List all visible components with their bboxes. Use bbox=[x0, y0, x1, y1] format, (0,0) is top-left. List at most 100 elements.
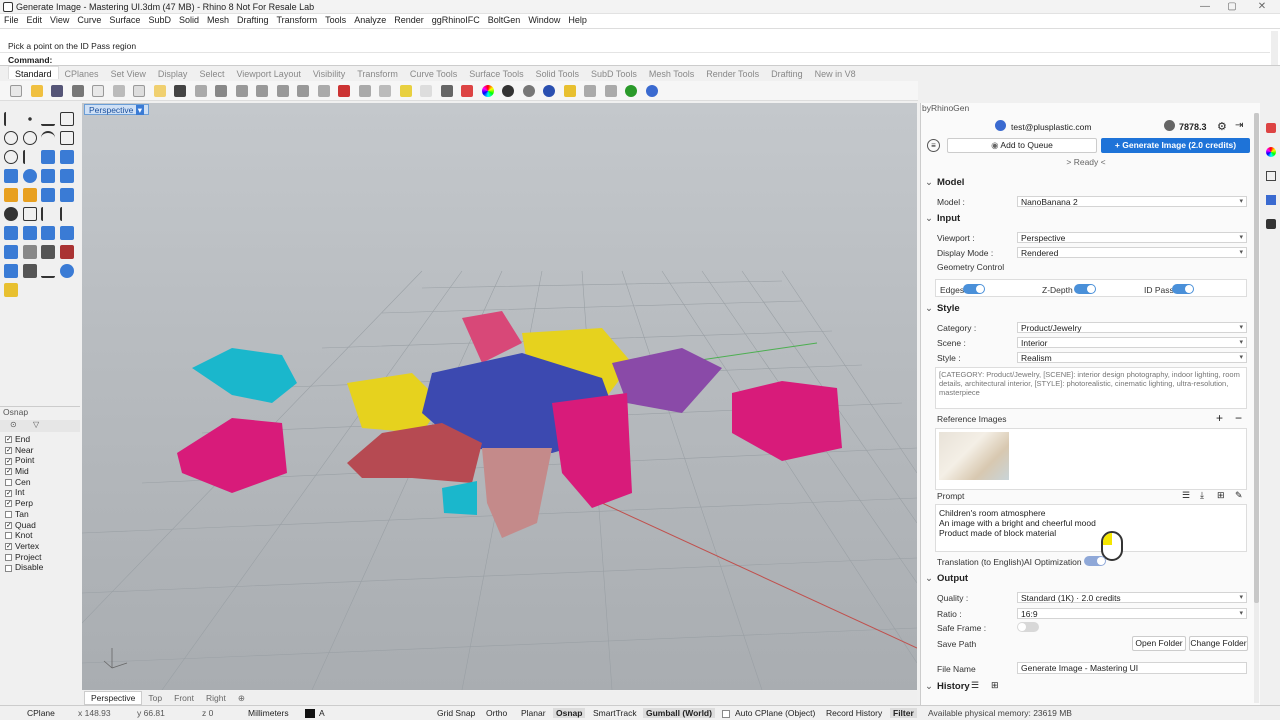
tab-select[interactable]: Select bbox=[193, 67, 230, 79]
menu-subd[interactable]: SubD bbox=[144, 14, 175, 25]
reference-images-area[interactable] bbox=[935, 428, 1247, 490]
osnap-settings-icon[interactable]: ⊙ bbox=[10, 420, 17, 429]
osnap-item-disable[interactable]: Disable bbox=[0, 562, 80, 573]
move-icon[interactable] bbox=[23, 226, 37, 240]
text-icon[interactable] bbox=[4, 226, 18, 240]
tab-cplanes[interactable]: CPlanes bbox=[59, 67, 105, 79]
lock-icon[interactable] bbox=[440, 85, 453, 97]
file-name-input[interactable]: Generate Image - Mastering UI bbox=[1017, 662, 1247, 674]
queue-list-icon[interactable]: ≡ bbox=[927, 139, 940, 152]
osnap-checkbox[interactable]: ✓ bbox=[5, 457, 12, 465]
copy-icon[interactable] bbox=[133, 85, 146, 97]
account-email[interactable]: test@plusplastic.com bbox=[1011, 122, 1091, 132]
osnap-item-int[interactable]: ✓ Int bbox=[0, 487, 80, 498]
point-icon[interactable] bbox=[23, 112, 37, 126]
trim-icon[interactable] bbox=[41, 207, 55, 221]
tab-viewport-layout[interactable]: Viewport Layout bbox=[230, 67, 306, 79]
boolean-icon[interactable] bbox=[4, 188, 18, 202]
prompt-add-icon[interactable]: ⊞ bbox=[1217, 490, 1225, 501]
tab-set-view[interactable]: Set View bbox=[105, 67, 152, 79]
named-view-icon[interactable] bbox=[338, 85, 351, 97]
record-history-toggle[interactable]: Record History bbox=[826, 708, 882, 718]
paint-icon[interactable] bbox=[4, 283, 18, 297]
layer-icon[interactable] bbox=[461, 85, 474, 97]
dimension-icon[interactable] bbox=[563, 85, 576, 97]
array-icon[interactable] bbox=[23, 245, 37, 259]
osnap-item-perp[interactable]: ✓ Perp bbox=[0, 498, 80, 509]
cyan-leg-piece[interactable] bbox=[442, 481, 477, 515]
history-section-header[interactable]: History bbox=[925, 681, 970, 692]
logout-icon[interactable]: ⇥ bbox=[1235, 120, 1243, 131]
panel-scrollbar-thumb[interactable] bbox=[1254, 113, 1259, 603]
tab-visibility[interactable]: Visibility bbox=[307, 67, 351, 79]
tab-new-in-v8[interactable]: New in V8 bbox=[809, 67, 862, 79]
viewport-title[interactable]: Perspective ▾ bbox=[84, 104, 150, 115]
osnap-filter-icon[interactable]: ▽ bbox=[33, 420, 39, 429]
idpass-toggle[interactable] bbox=[1172, 284, 1194, 294]
light-icon[interactable] bbox=[420, 85, 433, 97]
reference-image-thumbnail[interactable] bbox=[939, 432, 1009, 480]
osnap-item-mid[interactable]: ✓ Mid bbox=[0, 466, 80, 477]
analyze-icon[interactable] bbox=[4, 264, 18, 278]
undo-icon[interactable] bbox=[174, 85, 187, 97]
paste-icon[interactable] bbox=[153, 85, 166, 97]
tab-standard[interactable]: Standard bbox=[8, 66, 59, 79]
grid-snap-toggle[interactable]: Grid Snap bbox=[437, 708, 475, 718]
sphere-icon[interactable] bbox=[23, 169, 37, 183]
open-folder-button[interactable]: Open Folder bbox=[1132, 636, 1186, 651]
osnap-item-project[interactable]: Project bbox=[0, 552, 80, 563]
tab-solid-tools[interactable]: Solid Tools bbox=[530, 67, 585, 79]
safe-frame-toggle[interactable] bbox=[1017, 622, 1039, 632]
materials-panel-icon[interactable] bbox=[1266, 147, 1276, 157]
four-view-icon[interactable] bbox=[317, 85, 330, 97]
tab-curve-tools[interactable]: Curve Tools bbox=[404, 67, 463, 79]
osnap-checkbox[interactable]: ✓ bbox=[5, 543, 12, 551]
loft-icon[interactable] bbox=[60, 188, 74, 202]
menu-tools[interactable]: Tools bbox=[321, 14, 350, 25]
menu-window[interactable]: Window bbox=[524, 14, 564, 25]
osnap-checkbox[interactable]: ✓ bbox=[5, 436, 12, 444]
pan-icon[interactable] bbox=[194, 85, 207, 97]
menu-mesh[interactable]: Mesh bbox=[203, 14, 233, 25]
tab-mesh-tools[interactable]: Mesh Tools bbox=[643, 67, 700, 79]
input-section-header[interactable]: Input bbox=[925, 213, 960, 224]
rectangle-icon[interactable] bbox=[60, 131, 74, 145]
tab-subd-tools[interactable]: SubD Tools bbox=[585, 67, 643, 79]
zoom-selected-icon[interactable] bbox=[297, 85, 310, 97]
pipe-icon[interactable] bbox=[23, 264, 37, 278]
prompt-download-icon[interactable]: ⤓ bbox=[1200, 490, 1204, 501]
menu-analyze[interactable]: Analyze bbox=[350, 14, 390, 25]
environment-icon[interactable] bbox=[543, 85, 556, 97]
arc-icon[interactable] bbox=[41, 131, 55, 145]
tab-transform[interactable]: Transform bbox=[351, 67, 404, 79]
quality-select[interactable]: Standard (1K) · 2.0 credits bbox=[1017, 592, 1247, 603]
osnap-toggle[interactable]: Osnap bbox=[553, 708, 586, 718]
command-line[interactable]: Command: bbox=[0, 52, 1270, 65]
plane-icon[interactable] bbox=[41, 150, 55, 164]
viewport-perspective[interactable]: Perspective ▾ bbox=[82, 103, 917, 690]
render-icon[interactable] bbox=[60, 264, 74, 278]
osnap-item-point[interactable]: ✓ Point bbox=[0, 455, 80, 466]
zoom-window-icon[interactable] bbox=[256, 85, 269, 97]
model-section-header[interactable]: Model bbox=[925, 177, 964, 188]
edges-toggle[interactable] bbox=[963, 284, 985, 294]
style-prompt-text[interactable]: [CATEGORY: Product/Jewelry, [SCENE]: int… bbox=[935, 367, 1247, 409]
cut-icon[interactable] bbox=[112, 85, 125, 97]
box-icon[interactable] bbox=[4, 169, 18, 183]
circle-icon[interactable] bbox=[4, 131, 18, 145]
properties-panel-icon[interactable] bbox=[1266, 123, 1276, 133]
display-panel-icon[interactable] bbox=[1266, 171, 1276, 181]
rose-leg-piece[interactable] bbox=[482, 448, 552, 538]
curve-icon[interactable] bbox=[60, 112, 74, 126]
osnap-item-near[interactable]: ✓ Near bbox=[0, 445, 80, 456]
display-mode-select[interactable]: Rendered bbox=[1017, 247, 1247, 258]
osnap-checkbox[interactable] bbox=[5, 564, 12, 572]
scale-icon[interactable] bbox=[60, 226, 74, 240]
rotate-view-icon[interactable] bbox=[215, 85, 228, 97]
osnap-checkbox[interactable] bbox=[5, 511, 12, 519]
menu-edit[interactable]: Edit bbox=[23, 14, 47, 25]
output-section-header[interactable]: Output bbox=[925, 573, 968, 584]
osnap-checkbox[interactable]: ✓ bbox=[5, 521, 12, 529]
select-icon[interactable] bbox=[399, 85, 412, 97]
generate-image-button[interactable]: + Generate Image (2.0 credits) bbox=[1101, 138, 1250, 153]
